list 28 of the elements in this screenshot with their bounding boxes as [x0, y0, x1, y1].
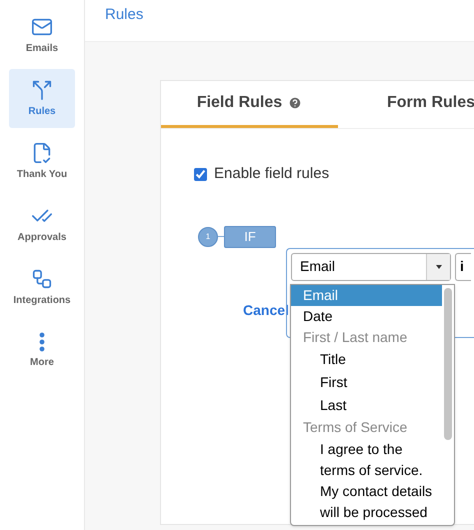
sidebar-icon	[31, 78, 53, 100]
tab[interactable]: Field Rules	[161, 81, 338, 128]
option-group-label: First / Last name	[302, 328, 408, 346]
sidebar-item[interactable]: Integrations	[9, 258, 75, 317]
operator-select[interactable]: i	[455, 252, 472, 280]
field-select[interactable]: Email	[291, 252, 451, 280]
sidebar-item[interactable]: Thank You	[9, 132, 75, 191]
if-label: IF	[224, 226, 276, 248]
option-group-label: Terms of Service	[302, 418, 408, 436]
dropdown-option[interactable]: First	[291, 370, 442, 394]
sidebar-item[interactable]: Emails	[9, 6, 75, 65]
sidebar-item[interactable]: Approvals	[9, 195, 75, 254]
step-number: 1	[198, 226, 218, 246]
dropdown-option[interactable]: I agree to the terms of service. My contact details will be processed	[291, 438, 442, 524]
dropdown-option[interactable]: Date	[291, 306, 442, 326]
dropdown-option[interactable]: Last	[291, 394, 442, 416]
sidebar-item[interactable]: More	[9, 321, 75, 380]
sidebar-icon	[31, 268, 53, 290]
sidebar-icon	[31, 142, 53, 164]
checkbox-label: Enable field rules	[214, 164, 330, 184]
tab[interactable]: Form Rules	[338, 81, 474, 128]
caret-icon	[426, 254, 450, 280]
dropdown-option[interactable]: Email	[291, 284, 442, 306]
page-title: Rules	[105, 5, 144, 26]
checkbox[interactable]	[194, 168, 207, 181]
more-icon	[39, 332, 45, 352]
dropdown-option[interactable]: Title	[291, 348, 442, 370]
scrollbar-thumb[interactable]	[444, 288, 452, 440]
